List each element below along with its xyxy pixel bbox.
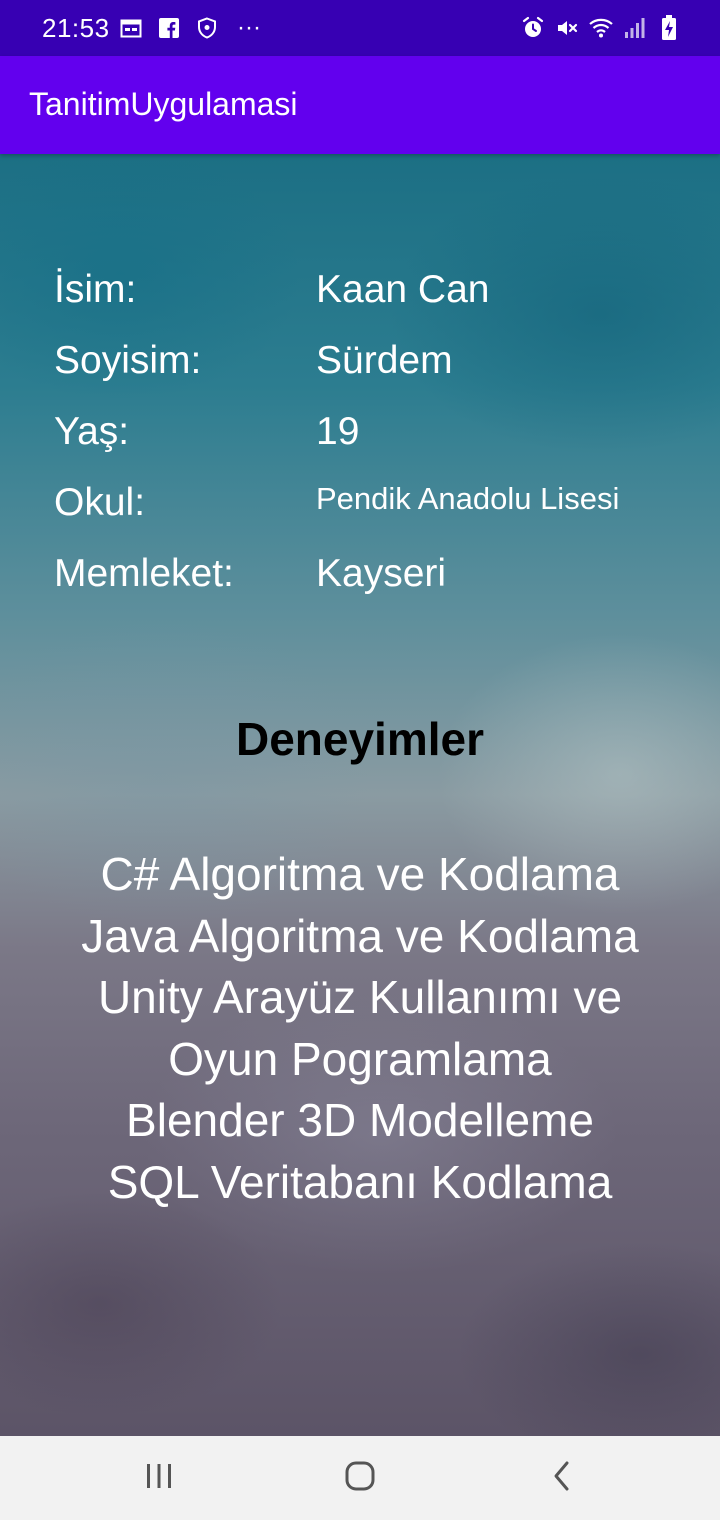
wifi-icon [588,15,614,41]
status-left-icons: ··· [118,14,266,42]
recents-icon [144,1462,174,1495]
shield-icon [194,15,220,41]
back-button[interactable] [532,1454,592,1502]
experience-item: Blender 3D Modelleme [126,1094,594,1146]
profile-info: İsim: Kaan Can Soyisim: Sürdem Yaş: 19 O… [54,266,694,621]
app-bar: TanitimUygulamasi [0,56,720,154]
surname-value: Sürdem [316,339,453,382]
more-dots-icon: ··· [237,14,261,41]
name-value: Kaan Can [316,268,490,311]
navigation-bar [0,1436,720,1520]
recents-button[interactable] [129,1454,189,1502]
home-button[interactable] [330,1454,390,1502]
experience-item: C# Algoritma ve Kodlama [100,848,620,900]
info-row-surname: Soyisim: Sürdem [54,337,694,408]
info-row-hometown: Memleket: Kayseri [54,550,694,621]
age-label: Yaş: [54,410,130,453]
info-row-name: İsim: Kaan Can [54,266,694,337]
experience-item: Unity Arayüz Kullanımı ve [97,971,623,1023]
status-time: 21:53 [42,13,110,43]
home-icon [344,1460,376,1497]
info-row-school: Okul: Pendik Anadolu Lisesi [54,479,694,550]
surname-label: Soyisim: [54,339,202,382]
school-label: Okul: [54,481,146,524]
experience-item: Java Algoritma ve Kodlama [81,909,639,962]
hometown-value: Kayseri [316,552,447,595]
experience-item: SQL Veritabanı Kodlama [107,1155,613,1208]
mute-icon [554,15,580,41]
experiences-title: Deneyimler [235,713,484,765]
info-row-age: Yaş: 19 [54,408,694,479]
facebook-icon [156,15,182,41]
calendar-icon [118,15,144,41]
back-icon [550,1460,574,1497]
experience-list: C# Algoritma ve Kodlama Java Algoritma v… [0,844,720,1213]
alarm-icon [520,15,546,41]
experience-item: Oyun Pogramlama [168,1032,552,1085]
app-title: TanitimUygulamasi [29,86,298,122]
signal-icon [622,15,648,41]
status-right-icons [520,14,682,42]
school-value: Pendik Anadolu Lisesi [316,481,620,516]
battery-charging-icon [656,15,682,41]
age-value: 19 [316,410,360,453]
status-bar: 21:53 ··· [0,0,720,56]
app-screen: 21:53 ··· TanitimUygulamasi İsim: Kaan C… [0,0,720,1520]
name-label: İsim: [54,268,137,311]
hometown-label: Memleket: [54,552,234,595]
content-area: İsim: Kaan Can Soyisim: Sürdem Yaş: 19 O… [0,154,720,1436]
